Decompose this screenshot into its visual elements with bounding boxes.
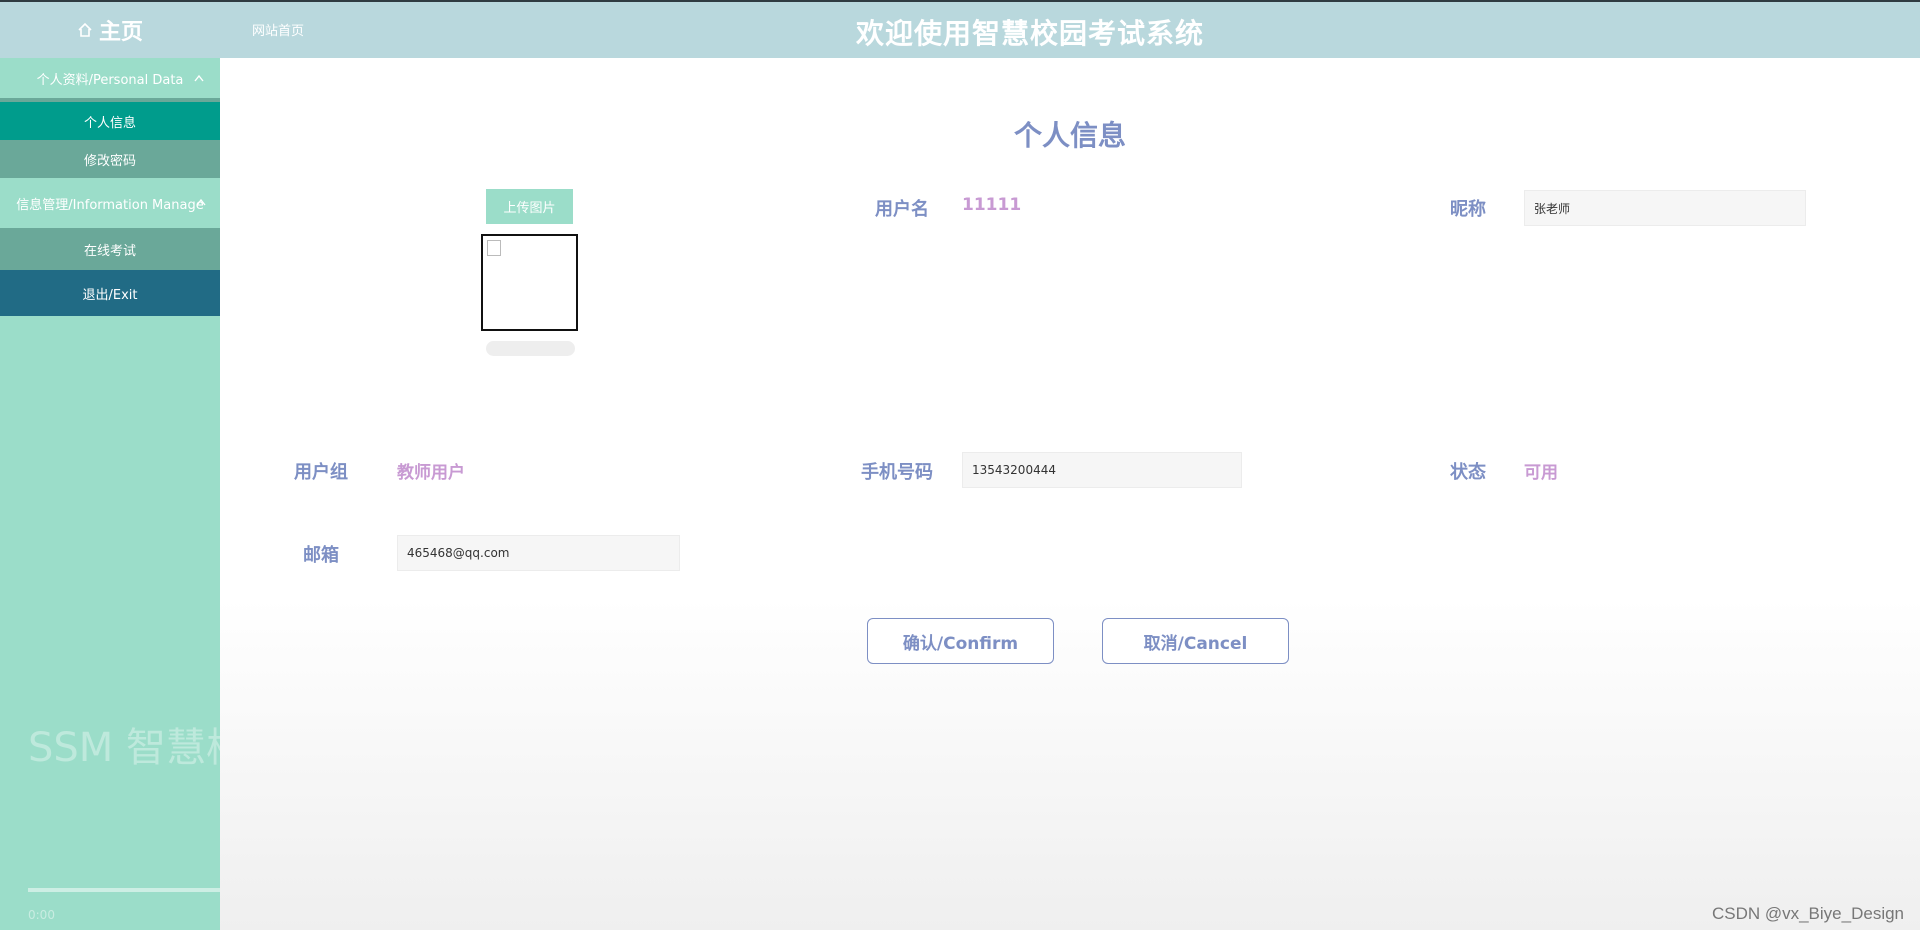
menu-group-label: 个人资料/Personal Data	[36, 72, 184, 88]
page-title: 个人信息	[1013, 119, 1126, 152]
cancel-button[interactable]: 取消/Cancel	[1102, 618, 1289, 664]
menu-group-label: 信息管理/Information Manage	[16, 197, 204, 213]
broken-image-icon	[487, 240, 501, 256]
video-time: 0:00	[28, 908, 55, 922]
phone-label: 手机号码	[861, 462, 933, 483]
sidebar: 个人资料/Personal Data 个人信息 修改密码 信息管理/Inform…	[0, 58, 220, 930]
main-content: 个人信息 上传图片 用户名 11111 昵称 用户组 教师用户 手机号码 状态 …	[220, 58, 1920, 930]
sidebar-item-label: 在线考试	[83, 243, 136, 259]
system-title: 欢迎使用智慧校园考试系统	[855, 17, 1204, 50]
sidebar-item-online-exam[interactable]: 在线考试	[0, 228, 220, 270]
phone-input[interactable]	[962, 452, 1242, 488]
email-input[interactable]	[397, 535, 680, 571]
avatar-preview	[481, 234, 578, 331]
chevron-up-icon	[196, 198, 206, 206]
sidebar-item-label: 修改密码	[83, 153, 136, 169]
user-group-label: 用户组	[294, 462, 348, 483]
menu-group-information-manage[interactable]: 信息管理/Information Manage	[0, 178, 220, 228]
chevron-up-icon	[194, 74, 204, 82]
username-value: 11111	[962, 195, 1022, 215]
sidebar-item-label: 退出/Exit	[82, 287, 138, 303]
nickname-label: 昵称	[1450, 199, 1486, 220]
sidebar-item-label: 个人信息	[83, 115, 136, 131]
sidebar-item-exit[interactable]: 退出/Exit	[0, 270, 220, 316]
email-label: 邮箱	[303, 545, 339, 566]
confirm-button[interactable]: 确认/Confirm	[867, 618, 1054, 664]
watermark: CSDN @vx_Biye_Design	[1711, 904, 1904, 923]
sidebar-item-personal-info[interactable]: 个人信息	[0, 102, 220, 140]
status-value: 可用	[1524, 463, 1558, 483]
nickname-input[interactable]	[1524, 190, 1806, 226]
upload-progress-bar	[486, 341, 575, 356]
menu-group-personal-data[interactable]: 个人资料/Personal Data	[0, 58, 220, 102]
status-label: 状态	[1450, 462, 1486, 483]
top-header: 主页 网站首页 欢迎使用智慧校园考试系统	[0, 0, 1920, 58]
upload-image-button[interactable]: 上传图片	[486, 189, 573, 224]
user-group-value: 教师用户	[397, 463, 465, 483]
username-label: 用户名	[875, 199, 929, 220]
sidebar-item-change-password[interactable]: 修改密码	[0, 140, 220, 178]
